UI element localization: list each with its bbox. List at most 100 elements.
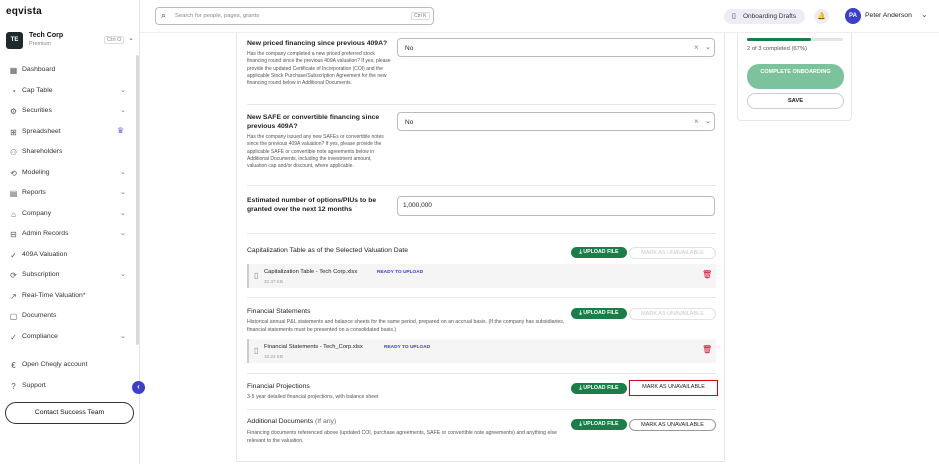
sidebar-item-shareholders[interactable]: ⚇ Shareholders: [0, 142, 134, 163]
cap-table-title: Capitalization Table as of the Selected …: [247, 247, 409, 254]
org-switcher[interactable]: TE Tech Corp Premium Ctrl O ⌄: [6, 30, 136, 52]
chevron-down-icon[interactable]: ⌄: [705, 39, 711, 56]
eqvista-logo[interactable]: eqvista: [6, 6, 42, 17]
options-count-input[interactable]: 1,000,000: [397, 196, 715, 216]
onboarding-drafts-button[interactable]: ▯ Onboarding Drafts: [724, 9, 805, 24]
user-avatar[interactable]: PA: [845, 8, 861, 24]
select-value: No: [405, 45, 414, 52]
financial-statements-file-row: ▯ Financial Statements - Tech_Corp.xlsx …: [247, 339, 716, 363]
sidebar-item-dashboard[interactable]: ▦ Dashboard: [0, 60, 134, 81]
chevron-down-icon: ⌄: [120, 107, 126, 114]
topbar: ⌕ Search for people, pages, grants Ctrl …: [140, 0, 939, 33]
sidebar-nav: ▦ Dashboard ◔ Cap Table ⌄ ⚙ Securities ⌄ ⊞ Spread…: [0, 60, 134, 347]
sidebar-item-label: Securities: [22, 107, 52, 114]
sidebar-item-spreadsheet[interactable]: ⊞ Spreadsheet ♛: [0, 122, 134, 143]
question-description: Has the company completed a new priced p…: [247, 51, 391, 87]
save-button[interactable]: SAVE: [747, 93, 844, 109]
sidebar-item-modeling[interactable]: ⟲ Modeling ⌄: [0, 163, 134, 184]
upload-file-button[interactable]: ⤓ UPLOAD FILE: [571, 419, 627, 430]
financial-statements-title: Financial Statements: [247, 308, 311, 315]
sidebar-scrollbar[interactable]: [136, 55, 139, 345]
crown-icon: ♛: [117, 125, 125, 135]
upload-label: UPLOAD FILE: [583, 421, 619, 427]
sidebar-item-real-time-valuation[interactable]: ↗ Real-Time Valuation*: [0, 286, 134, 307]
file-icon: ▯: [254, 346, 259, 355]
upload-file-button[interactable]: ⤓ UPLOAD FILE: [571, 308, 627, 319]
subscription-icon: ⟳: [10, 271, 17, 280]
search-placeholder: Search for people, pages, grants: [175, 13, 260, 19]
spreadsheet-icon: ⊞: [10, 127, 17, 137]
divider: [247, 104, 716, 105]
divider: [247, 409, 716, 410]
cap-table-file-row: ▯ Capitalization Table - Tech Corp.xlsx …: [247, 264, 716, 288]
safe-financing-select[interactable]: No × ⌄: [397, 112, 715, 131]
sidebar-item-company[interactable]: ⌂ Company ⌄: [0, 204, 134, 225]
sidebar-item-label: Support: [22, 381, 46, 389]
sidebar-item-subscription[interactable]: ⟳ Subscription ⌄: [0, 265, 134, 286]
sidebar-item-admin-records[interactable]: ⊟ Admin Records ⌄: [0, 224, 134, 245]
file-size: 32.37 KB: [264, 279, 283, 284]
sidebar-item-label: Modeling: [22, 168, 50, 176]
question-priced-financing: New priced financing since previous 409A…: [247, 39, 392, 87]
collapse-sidebar-icon[interactable]: ‹: [132, 381, 145, 394]
trash-icon[interactable]: 🗑: [702, 345, 712, 354]
sidebar-item-open-cheqly-account[interactable]: € Open Cheqly account: [0, 355, 134, 376]
divider: [247, 185, 716, 186]
onboarding-form-card: New priced financing since previous 409A…: [236, 33, 725, 462]
sidebar-item-label: 409A Valuation: [22, 250, 68, 258]
sidebar-item-label: Real-Time Valuation*: [22, 291, 86, 299]
sidebar-item-label: Dashboard: [22, 66, 56, 73]
chevron-down-icon[interactable]: ⌄: [921, 10, 928, 19]
org-shortcut: Ctrl O: [104, 36, 125, 44]
file-name: Capitalization Table - Tech Corp.xlsx: [264, 269, 358, 275]
clear-icon[interactable]: ×: [694, 113, 699, 130]
bell-icon[interactable]: 🔔: [814, 9, 829, 24]
mark-unavailable-button[interactable]: MARK AS UNAVAILABLE: [629, 308, 716, 320]
modeling-icon: ⟲: [10, 168, 17, 178]
priced-financing-select[interactable]: No × ⌄: [397, 38, 715, 57]
document-icon: ▯: [732, 13, 736, 20]
chevron-down-icon: ⌄: [120, 230, 126, 237]
file-icon: ▯: [254, 271, 259, 280]
sidebar-item-label: Shareholders: [22, 148, 63, 155]
support-icon: ?: [11, 381, 16, 391]
org-plan: Premium: [29, 41, 52, 47]
clear-icon[interactable]: ×: [694, 39, 699, 56]
sidebar-item-label: Subscription: [22, 271, 60, 278]
mark-unavailable-button-highlighted[interactable]: MARK AS UNAVAILABLE: [629, 380, 718, 396]
upload-file-button[interactable]: ⤓ UPLOAD FILE: [571, 383, 627, 394]
complete-onboarding-button[interactable]: COMPLETE ONBOARDING: [747, 64, 844, 89]
chevron-down-icon[interactable]: ⌄: [705, 113, 711, 130]
upload-label: UPLOAD FILE: [583, 385, 619, 391]
question-title: New priced financing since previous 409A…: [247, 40, 388, 47]
select-value: No: [405, 119, 414, 126]
sidebar-item-409a-valuation[interactable]: ✓ 409A Valuation: [0, 245, 134, 266]
sidebar-item-support[interactable]: ? Support: [0, 376, 134, 397]
shareholders-icon: ⚇: [9, 148, 18, 157]
sidebar-item-reports[interactable]: ▤ Reports ⌄: [0, 183, 134, 204]
sidebar-item-documents[interactable]: ▢ Documents: [0, 306, 134, 327]
sidebar-item-cap-table[interactable]: ◔ Cap Table ⌄: [0, 81, 134, 102]
admin-records-icon: ⊟: [10, 230, 17, 239]
sidebar-item-securities[interactable]: ⚙ Securities ⌄: [0, 101, 134, 122]
contact-success-team-button[interactable]: Contact Success Team: [5, 402, 134, 424]
chevron-down-icon: ⌄: [120, 168, 126, 176]
sidebar-item-label: Cap Table: [22, 86, 53, 94]
sidebar-item-label: Spreadsheet: [22, 127, 61, 135]
chevron-down-icon: ⌄: [120, 189, 126, 196]
trash-icon[interactable]: 🗑: [702, 270, 712, 279]
search-input[interactable]: ⌕ Search for people, pages, grants Ctrl …: [155, 7, 434, 25]
upload-file-button[interactable]: ⤓ UPLOAD FILE: [571, 247, 627, 258]
onboarding-progress-panel: 2 of 3 completed (67%) COMPLETE ONBOARDI…: [737, 33, 852, 121]
financial-projections-description: 3-5 year detailed financial projections,…: [247, 394, 379, 400]
valuation-icon: ✓: [10, 250, 17, 260]
chevron-down-icon: ⌄: [128, 35, 134, 42]
additional-documents-description: Financing documents referenced above (up…: [247, 430, 557, 444]
sidebar-item-compliance[interactable]: ✓ Compliance ⌄: [0, 327, 134, 348]
mark-unavailable-button[interactable]: MARK AS UNAVAILABLE: [629, 419, 716, 431]
chevron-down-icon: ⌄: [120, 86, 126, 94]
user-name[interactable]: Peter Anderson: [865, 12, 912, 19]
mark-unavailable-button[interactable]: MARK AS UNAVAILABLE: [629, 247, 716, 259]
search-icon: ⌕: [161, 10, 167, 20]
cap-table-icon: ◔: [11, 86, 16, 96]
